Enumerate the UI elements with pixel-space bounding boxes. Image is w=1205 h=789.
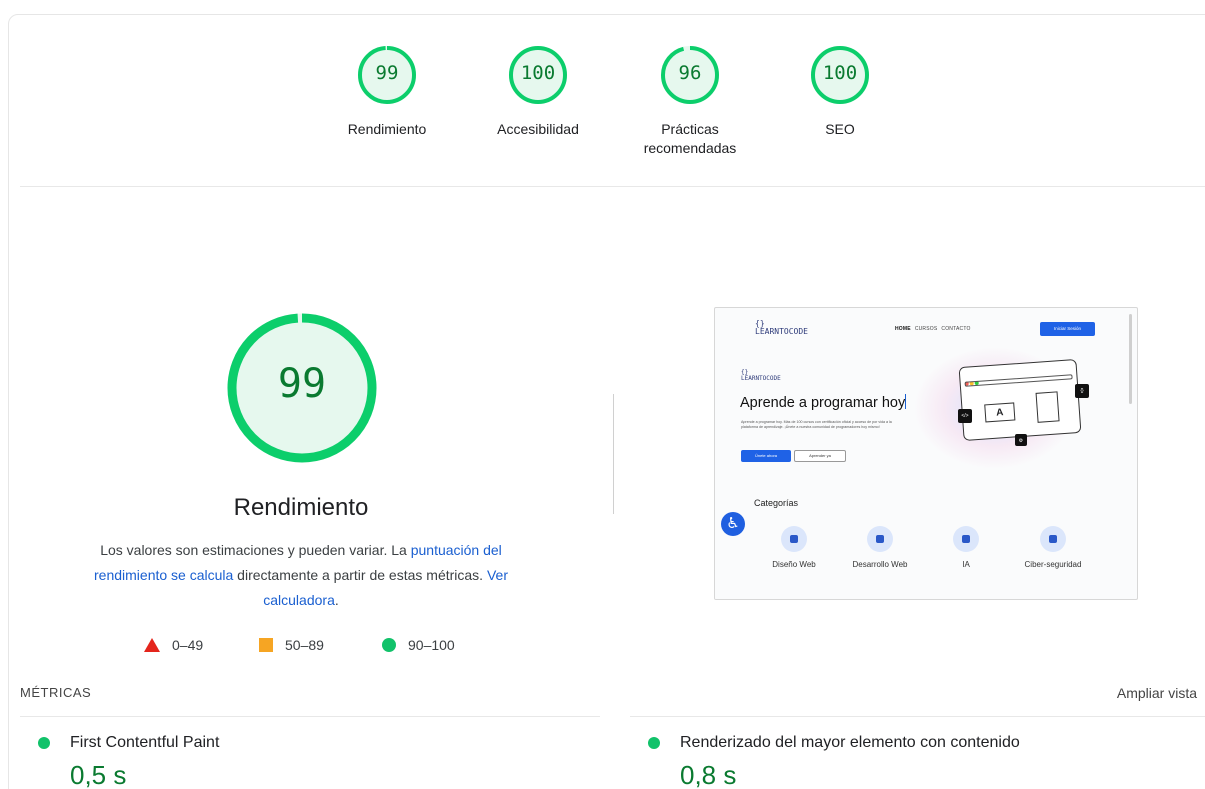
gear-icon: ⚙ (1015, 434, 1027, 446)
desc-text: directamente a partir de estas métricas. (233, 567, 487, 583)
categories-title: Categorías (754, 498, 799, 508)
legend-label: 90–100 (408, 637, 455, 653)
site-nav: HOME CURSOS CONTACTO (895, 326, 975, 332)
desc-text: . (334, 592, 339, 608)
chip-icon (953, 526, 979, 552)
circle-icon (382, 638, 396, 652)
score-legend: 0–49 50–89 90–100 (0, 637, 602, 657)
category-gauges: 99 Rendimiento 100 Accesibilidad 96 Prác… (0, 44, 1205, 174)
hero-logo: {} LEARNTOCODE (741, 369, 781, 382)
metric-value: 0,8 s (680, 760, 737, 789)
legend-label: 0–49 (172, 637, 204, 653)
brush-icon (781, 526, 807, 552)
gauge-score: 100 (520, 62, 556, 84)
vertical-divider (613, 394, 614, 514)
metrics-heading: MÉTRICAS (20, 685, 92, 700)
gauge-seo[interactable]: 100 SEO (785, 44, 895, 139)
metric-value: 0,5 s (70, 760, 127, 789)
gauge-score: 100 (822, 62, 858, 84)
final-screenshot[interactable]: {} LEARNTOCODE HOME CURSOS CONTACTO Iniciar… (714, 307, 1138, 600)
shield-icon (1040, 526, 1066, 552)
code-icon: </> (958, 409, 972, 423)
section-divider (20, 186, 1205, 187)
gauge-score: 99 (375, 62, 399, 84)
desc-text: Los valores son estimaciones y pueden va… (100, 542, 411, 558)
category-item: Ciber-seguridad (1013, 526, 1093, 569)
metric-name: Renderizado del mayor elemento con conte… (680, 734, 1020, 751)
performance-title: Rendimiento (233, 494, 369, 521)
accessibility-icon: ♿ (721, 512, 745, 536)
hero-text: Aprende a programar hoy. Más de 100 curs… (741, 420, 892, 429)
pass-circle-icon (38, 737, 50, 749)
gauge-best-practices[interactable]: 96 Prácticas recomendadas (634, 44, 746, 158)
braces-icon: {} (1075, 384, 1089, 398)
learn-button: Aprender ya (794, 450, 846, 462)
category-item: Desarrollo Web (840, 526, 920, 569)
login-button: Iniciar Sesión (1040, 322, 1095, 336)
performance-gauge-large: 99 (225, 311, 379, 465)
gauge-label: Accesibilidad (497, 121, 579, 137)
legend-fail: 0–49 (144, 637, 203, 653)
nav-item: HOME (895, 326, 911, 332)
gauge-label: SEO (825, 121, 855, 137)
code-icon (867, 526, 893, 552)
square-icon (259, 638, 273, 652)
gauge-score: 96 (678, 62, 702, 84)
gauge-label: Rendimiento (347, 121, 427, 137)
legend-label: 50–89 (285, 637, 324, 653)
legend-average: 50–89 (259, 637, 324, 653)
triangle-icon (144, 638, 160, 652)
gauge-accessibility[interactable]: 100 Accesibilidad (483, 44, 593, 139)
metrics-divider (20, 716, 600, 717)
gauge-performance[interactable]: 99 Rendimiento (332, 44, 442, 139)
site-logo: {} LEARNTOCODE (755, 319, 808, 336)
metrics-divider (630, 716, 1205, 717)
hero-title: Aprende a programar hoy (740, 394, 907, 411)
scrollbar (1129, 314, 1132, 404)
gauge-label: Prácticas recomendadas (643, 121, 737, 156)
browser-illustration: A (958, 358, 1082, 442)
performance-description: Los valores son estimaciones y pueden va… (70, 538, 532, 613)
join-button: Únete ahora (741, 450, 791, 462)
category-item: IA (926, 526, 1006, 569)
expand-view-toggle[interactable]: Ampliar vista (1117, 685, 1197, 701)
nav-item: CURSOS (914, 326, 938, 332)
performance-score: 99 (277, 361, 327, 407)
pass-circle-icon (648, 737, 660, 749)
category-item: Diseño Web (754, 526, 834, 569)
legend-pass: 90–100 (382, 637, 455, 653)
nav-item: CONTACTO (941, 326, 971, 332)
metric-name: First Contentful Paint (70, 734, 220, 751)
